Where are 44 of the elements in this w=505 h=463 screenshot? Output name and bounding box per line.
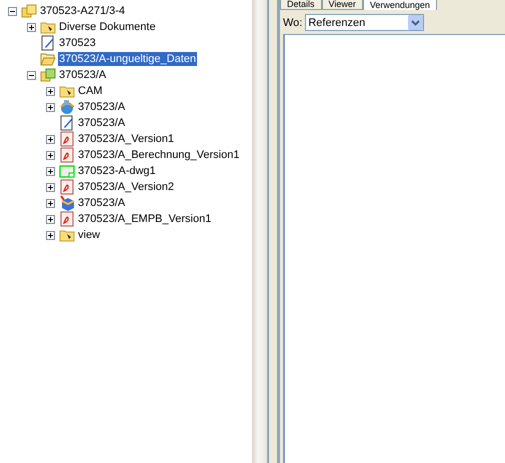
tree-item[interactable]: 370523/A (58, 68, 108, 82)
expand-icon[interactable] (46, 198, 55, 208)
collapse-icon[interactable] (8, 6, 17, 16)
tab[interactable]: Details (280, 0, 322, 10)
pdf-icon (59, 147, 75, 163)
filter-label: Wo: (283, 16, 302, 28)
expand-icon[interactable] (46, 86, 55, 96)
expand-icon[interactable] (46, 214, 55, 224)
expand-icon[interactable] (46, 230, 55, 240)
tab[interactable]: Verwendungen (362, 0, 437, 10)
tab[interactable]: Viewer (322, 0, 363, 10)
tree-item[interactable]: 370523/A (77, 100, 126, 114)
tree-item[interactable]: 370523 (58, 36, 97, 50)
tree-item[interactable]: 370523-A271/3-4 (39, 4, 126, 18)
open-folder-icon (40, 51, 56, 67)
tree-item[interactable]: CAM (77, 84, 104, 98)
expand-icon[interactable] (46, 150, 55, 160)
filter-dropdown[interactable]: Referenzen (305, 14, 424, 31)
tree-item[interactable]: Diverse Dokumente (58, 20, 157, 34)
tree-item[interactable]: 370523/A_EMPB_Version1 (77, 212, 212, 226)
expand-icon[interactable] (46, 134, 55, 144)
tree-item[interactable]: 370523/A_Version2 (77, 180, 176, 194)
tree-item[interactable]: 370523-A-dwg1 (77, 164, 157, 178)
document-pencil-icon (59, 115, 75, 131)
folder-stack-icon (40, 67, 56, 83)
tree-item[interactable]: 370523/A_Berechnung_Version1 (77, 148, 240, 162)
pdf-icon (59, 179, 75, 195)
tree-item[interactable]: view (77, 228, 102, 242)
folder-stack-icon (21, 3, 37, 19)
document-pencil-icon (40, 35, 56, 51)
drawing-icon (59, 163, 75, 179)
pdf-icon (59, 131, 75, 147)
expand-icon[interactable] (46, 182, 55, 192)
expand-icon[interactable] (46, 166, 55, 176)
tree-item[interactable]: 370523/A (77, 116, 126, 130)
tree-item[interactable]: 370523/A (77, 196, 126, 210)
cube-icon (59, 195, 75, 211)
expand-icon[interactable] (46, 102, 55, 112)
expand-icon[interactable] (27, 22, 36, 32)
pdf-icon (59, 211, 75, 227)
tree-item[interactable]: 370523/A-ungueltige_Daten (58, 52, 198, 66)
collapse-icon[interactable] (27, 70, 36, 80)
globe-icon (59, 99, 75, 115)
tree-item[interactable]: 370523/A_Version1 (77, 132, 176, 146)
